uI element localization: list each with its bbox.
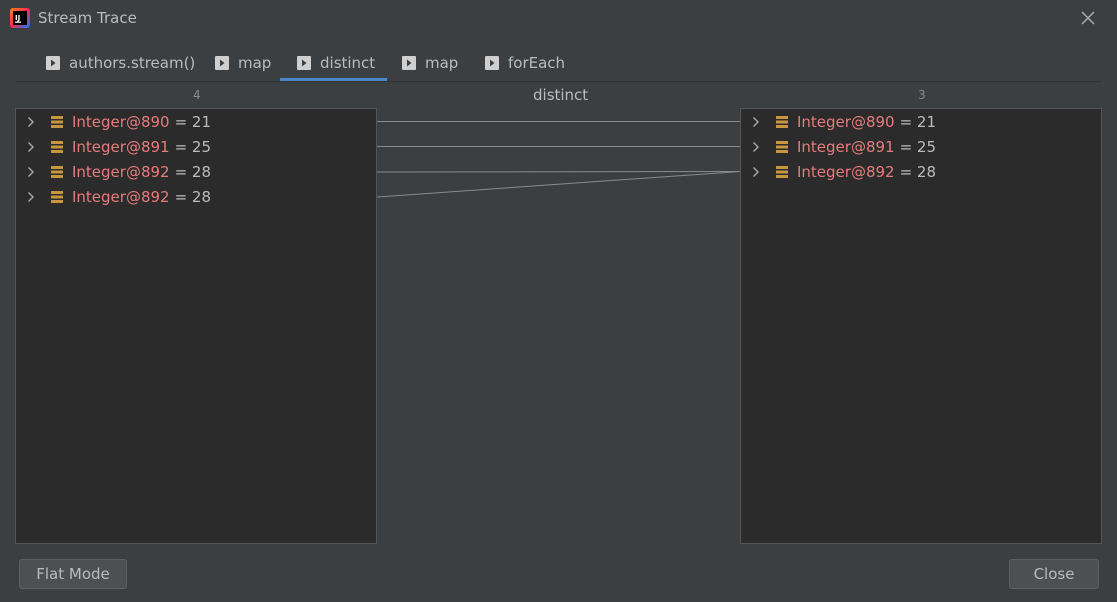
after-values-panel[interactable]: Integer@890 = 21 Integer@891 = 25 Intege… [740,108,1102,544]
after-count: 3 [918,88,926,102]
close-button[interactable]: Close [1009,559,1099,589]
object-value: = 25 [899,137,937,156]
tab-foreach[interactable]: forEach [485,47,565,79]
tree-row[interactable]: Integer@890 = 21 [741,109,1101,134]
stream-step-tabs: authors.stream() map distinct map forEac… [16,47,1101,82]
stream-step-icon [46,56,60,70]
intellij-app-icon: IJ [10,8,30,28]
object-field-icon [51,140,63,153]
title-bar: IJ Stream Trace [0,0,1117,38]
chevron-right-icon[interactable] [751,141,761,153]
window-title: Stream Trace [38,9,137,27]
object-field-icon [776,165,788,178]
tab-map-1[interactable]: map [215,47,271,79]
object-field-icon [51,115,63,128]
object-name: Integer@891 [797,137,895,156]
tree-row[interactable]: Integer@891 = 25 [16,134,376,159]
object-name: Integer@890 [797,112,895,131]
tab-label: map [238,54,272,72]
object-value: = 21 [899,112,937,131]
tree-row[interactable]: Integer@892 = 28 [16,184,376,209]
object-value: = 28 [174,162,212,181]
object-field-icon [51,165,63,178]
tab-label: authors.stream() [69,54,196,72]
chevron-right-icon[interactable] [26,191,36,203]
value-mapping-lines [377,121,740,198]
object-name: Integer@891 [72,137,170,156]
object-name: Integer@892 [797,162,895,181]
operation-name: distinct [533,86,589,104]
object-name: Integer@892 [72,162,170,181]
svg-text:IJ: IJ [15,14,20,22]
mapping-line [377,171,740,198]
chevron-right-icon[interactable] [751,166,761,178]
before-count: 4 [193,88,201,102]
object-value: = 28 [899,162,937,181]
tree-row[interactable]: Integer@891 = 25 [741,134,1101,159]
tab-label: forEach [508,54,566,72]
chevron-right-icon[interactable] [26,141,36,153]
object-value: = 28 [174,187,212,206]
stream-step-icon [297,56,311,70]
tab-map-2[interactable]: map [402,47,458,79]
mapping-line [377,171,740,173]
tab-label: distinct [320,54,376,72]
stream-step-icon [402,56,416,70]
object-value: = 21 [174,112,212,131]
object-name: Integer@890 [72,112,170,131]
tree-row[interactable]: Integer@892 = 28 [741,159,1101,184]
object-name: Integer@892 [72,187,170,206]
tree-row[interactable]: Integer@892 = 28 [16,159,376,184]
chevron-right-icon[interactable] [751,116,761,128]
chevron-right-icon[interactable] [26,116,36,128]
tab-distinct[interactable]: distinct [279,47,388,81]
chevron-right-icon[interactable] [26,166,36,178]
before-values-panel[interactable]: Integer@890 = 21 Integer@891 = 25 Intege… [15,108,377,544]
close-icon[interactable] [1078,8,1098,28]
flat-mode-button[interactable]: Flat Mode [19,559,127,589]
object-field-icon [776,140,788,153]
object-field-icon [776,115,788,128]
tree-row[interactable]: Integer@890 = 21 [16,109,376,134]
tab-label: map [425,54,459,72]
stream-step-icon [485,56,499,70]
stream-step-icon [215,56,229,70]
object-field-icon [51,190,63,203]
tab-authors-stream[interactable]: authors.stream() [46,47,195,79]
object-value: = 25 [174,137,212,156]
